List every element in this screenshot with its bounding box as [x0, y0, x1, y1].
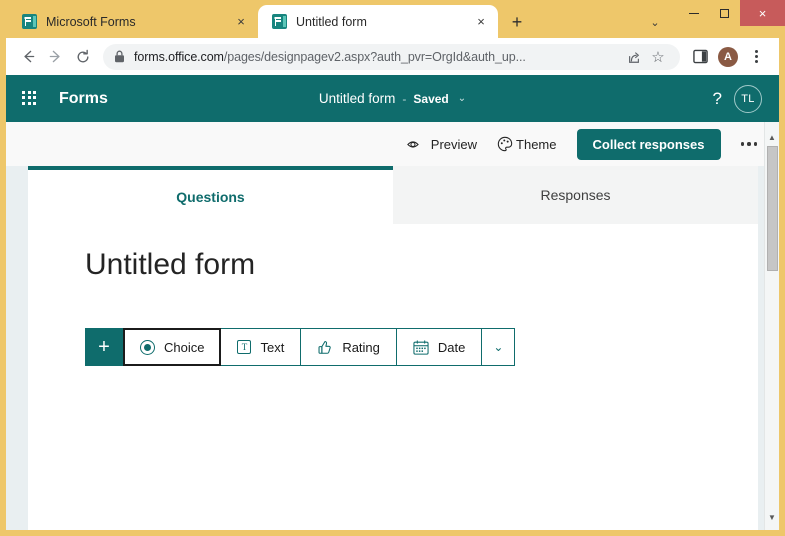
- forms-header-actions: ? TL: [713, 84, 762, 113]
- form-title-group: Untitled form - Saved ⌄: [6, 91, 779, 106]
- browser-tab-strip: Microsoft Forms × Untitled form × + ⌄ ×: [0, 0, 785, 38]
- url-text: forms.office.com/pages/designpagev2.aspx…: [134, 50, 621, 64]
- browser-tab-untitled-form[interactable]: Untitled form ×: [258, 5, 498, 38]
- palette-icon: [497, 136, 513, 152]
- browser-menu-button[interactable]: [742, 43, 770, 71]
- reload-icon[interactable]: [69, 43, 96, 70]
- tab-questions[interactable]: Questions: [28, 166, 393, 224]
- forms-app-header: Forms Untitled form - Saved ⌄ ? TL: [6, 75, 779, 122]
- window-controls: ×: [678, 0, 785, 26]
- sidebar-icon[interactable]: [686, 43, 714, 71]
- save-status: Saved: [413, 91, 449, 106]
- calendar-icon: [413, 339, 429, 355]
- browser-tab-microsoft-forms[interactable]: Microsoft Forms ×: [8, 5, 258, 38]
- question-type-rating[interactable]: Rating: [301, 328, 397, 366]
- browser-tab-title: Microsoft Forms: [46, 14, 136, 29]
- question-type-date[interactable]: Date: [396, 328, 483, 366]
- address-bar[interactable]: forms.office.com/pages/designpagev2.aspx…: [103, 43, 680, 70]
- eye-icon: [406, 138, 424, 151]
- scroll-down-icon[interactable]: ▼: [765, 510, 779, 524]
- forms-favicon-icon: [22, 14, 37, 29]
- app-launcher-icon[interactable]: [22, 90, 38, 107]
- preview-button[interactable]: Preview: [397, 131, 487, 158]
- question-type-text[interactable]: T Text: [221, 328, 302, 366]
- page-scrollbar[interactable]: ▲ ▼: [764, 122, 779, 530]
- new-tab-button[interactable]: +: [506, 11, 528, 33]
- question-type-choice[interactable]: Choice: [123, 328, 222, 366]
- more-question-types-button[interactable]: ⌄: [482, 328, 516, 366]
- forms-command-bar: Preview Theme Collect responses: [6, 122, 779, 166]
- minimize-button[interactable]: [678, 0, 709, 26]
- forms-brand-label[interactable]: Forms: [59, 90, 108, 108]
- avatar: A: [718, 46, 738, 67]
- more-options-button[interactable]: [733, 142, 766, 146]
- question-type-label: Date: [437, 339, 466, 355]
- radio-button-icon: [140, 339, 155, 355]
- form-heading[interactable]: Untitled form: [85, 248, 255, 282]
- browser-toolbar: forms.office.com/pages/designpagev2.aspx…: [6, 38, 779, 75]
- user-avatar[interactable]: TL: [734, 84, 762, 113]
- maximize-button[interactable]: [709, 0, 740, 26]
- kebab-menu-icon: [754, 50, 758, 63]
- question-type-label: Choice: [164, 339, 205, 355]
- theme-label: Theme: [516, 136, 557, 152]
- forward-icon[interactable]: [42, 43, 69, 70]
- forms-tabs: Questions Responses: [28, 166, 758, 224]
- window-bottom-edge: [0, 530, 785, 536]
- window-left-edge: [0, 38, 6, 536]
- form-title[interactable]: Untitled form: [319, 91, 396, 106]
- title-separator: -: [402, 91, 407, 106]
- chevron-down-icon[interactable]: ⌄: [645, 12, 665, 32]
- close-button[interactable]: ×: [740, 0, 785, 26]
- forms-favicon-icon: [272, 14, 287, 29]
- preview-label: Preview: [430, 136, 478, 152]
- url-host: forms.office.com: [134, 49, 224, 64]
- text-box-icon: T: [237, 340, 252, 354]
- question-type-label: Text: [260, 339, 285, 355]
- window-right-edge: [779, 38, 785, 536]
- back-icon[interactable]: [15, 43, 42, 70]
- close-icon[interactable]: ×: [472, 13, 490, 31]
- chevron-down-icon[interactable]: ⌄: [458, 93, 466, 104]
- scroll-up-icon[interactable]: ▲: [765, 130, 779, 144]
- scrollbar-thumb[interactable]: [767, 146, 778, 271]
- question-type-label: Rating: [342, 339, 380, 355]
- collect-responses-button[interactable]: Collect responses: [576, 128, 721, 160]
- share-icon[interactable]: [623, 46, 645, 68]
- question-type-toolbar: + Choice T Text Rating Date ⌄: [85, 328, 516, 366]
- lock-icon: [114, 50, 125, 63]
- browser-profile-avatar[interactable]: A: [714, 43, 742, 71]
- page-viewport: Forms Untitled form - Saved ⌄ ? TL Previ…: [6, 75, 779, 530]
- add-question-button[interactable]: +: [85, 328, 123, 366]
- help-icon[interactable]: ?: [713, 89, 722, 109]
- browser-window: Microsoft Forms × Untitled form × + ⌄ ×: [0, 0, 785, 536]
- close-icon[interactable]: ×: [232, 13, 250, 31]
- theme-button[interactable]: Theme: [487, 130, 566, 158]
- tab-responses[interactable]: Responses: [393, 166, 758, 224]
- bookmark-star-icon[interactable]: ☆: [647, 46, 669, 68]
- forms-content-area: Questions Responses Untitled form + Choi…: [6, 166, 779, 530]
- thumbs-up-icon: [317, 339, 333, 355]
- form-canvas: Untitled form + Choice T Text Rating Dat…: [28, 224, 758, 530]
- url-path: /pages/designpagev2.aspx?auth_pvr=OrgId&…: [223, 49, 526, 64]
- browser-tab-title: Untitled form: [296, 14, 367, 29]
